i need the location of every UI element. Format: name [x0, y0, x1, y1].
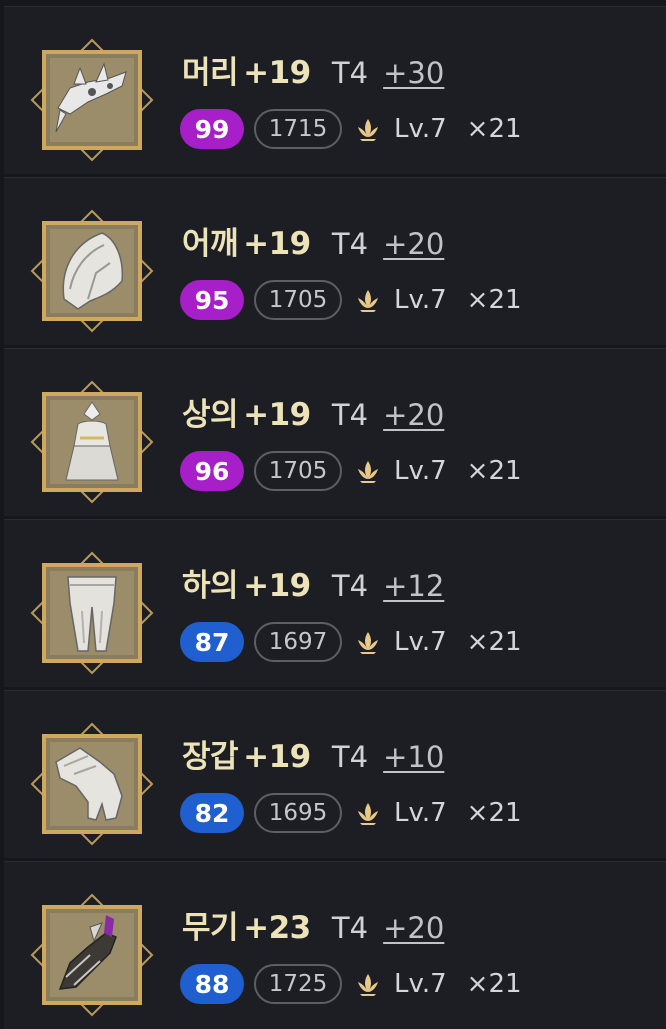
advanced-refine-link[interactable]: +30 [383, 56, 444, 90]
slot-name: 상의 [182, 397, 239, 433]
elixir-level: Lv.7 [394, 969, 447, 999]
slot-name: 무기 [182, 910, 239, 946]
equipment-row-pants[interactable]: 하의 +19 T4 +12 87 1697 Lv.7 ×21 [4, 519, 666, 687]
tier-label: T4 [331, 569, 369, 603]
item-level-pill: 1705 [254, 280, 342, 320]
elixir-level: Lv.7 [394, 456, 447, 486]
slot-name: 장갑 [182, 739, 239, 775]
equipment-row-head[interactable]: 머리 +19 T4 +30 99 1715 Lv.7 ×21 [4, 6, 666, 174]
elixir-level: Lv.7 [394, 627, 447, 657]
upgrade-level: +19 [243, 397, 311, 433]
elixir-level: Lv.7 [394, 798, 447, 828]
gloves-icon[interactable] [30, 722, 154, 846]
tier-label: T4 [331, 911, 369, 945]
elixir-count: ×21 [466, 627, 522, 657]
weapon-icon[interactable] [30, 893, 154, 1017]
tier-label: T4 [331, 227, 369, 261]
elixir-count: ×21 [466, 114, 522, 144]
equipment-row-chest[interactable]: 상의 +19 T4 +20 96 1705 Lv.7 ×21 [4, 348, 666, 516]
equipment-row-gloves[interactable]: 장갑 +19 T4 +10 82 1695 Lv.7 ×21 [4, 690, 666, 858]
advanced-refine-link[interactable]: +20 [383, 911, 444, 945]
elixir-leaf-icon [354, 115, 382, 143]
slot-name: 하의 [182, 568, 239, 604]
quality-badge: 96 [180, 451, 244, 491]
tier-label: T4 [331, 740, 369, 774]
equipment-row-weapon[interactable]: 무기 +23 T4 +20 88 1725 Lv.7 ×21 [4, 861, 666, 1029]
quality-badge: 95 [180, 280, 244, 320]
elixir-count: ×21 [466, 285, 522, 315]
elixir-leaf-icon [354, 628, 382, 656]
chest-icon[interactable] [30, 380, 154, 504]
item-level-pill: 1697 [254, 622, 342, 662]
quality-badge: 87 [180, 622, 244, 662]
elixir-leaf-icon [354, 286, 382, 314]
item-level-pill: 1725 [254, 964, 342, 1004]
equipment-list: 머리 +19 T4 +30 99 1715 Lv.7 ×21 어깨 +19 T4… [0, 0, 666, 1029]
advanced-refine-link[interactable]: +12 [383, 569, 444, 603]
elixir-count: ×21 [466, 798, 522, 828]
item-level-pill: 1695 [254, 793, 342, 833]
quality-badge: 88 [180, 964, 244, 1004]
upgrade-level: +19 [243, 55, 311, 91]
item-level-pill: 1715 [254, 109, 342, 149]
elixir-level: Lv.7 [394, 114, 447, 144]
tier-label: T4 [331, 398, 369, 432]
pants-icon[interactable] [30, 551, 154, 675]
advanced-refine-link[interactable]: +20 [383, 227, 444, 261]
equipment-row-shoulder[interactable]: 어깨 +19 T4 +20 95 1705 Lv.7 ×21 [4, 177, 666, 345]
advanced-refine-link[interactable]: +10 [383, 740, 444, 774]
elixir-count: ×21 [466, 456, 522, 486]
slot-name: 어깨 [182, 226, 239, 262]
slot-name: 머리 [182, 55, 239, 91]
tier-label: T4 [331, 56, 369, 90]
elixir-leaf-icon [354, 799, 382, 827]
elixir-count: ×21 [466, 969, 522, 999]
advanced-refine-link[interactable]: +20 [383, 398, 444, 432]
quality-badge: 82 [180, 793, 244, 833]
elixir-leaf-icon [354, 457, 382, 485]
upgrade-level: +19 [243, 568, 311, 604]
elixir-leaf-icon [354, 970, 382, 998]
helmet-icon[interactable] [30, 38, 154, 162]
upgrade-level: +23 [243, 910, 311, 946]
elixir-level: Lv.7 [394, 285, 447, 315]
upgrade-level: +19 [243, 739, 311, 775]
item-level-pill: 1705 [254, 451, 342, 491]
quality-badge: 99 [180, 109, 244, 149]
upgrade-level: +19 [243, 226, 311, 262]
shoulder-icon[interactable] [30, 209, 154, 333]
